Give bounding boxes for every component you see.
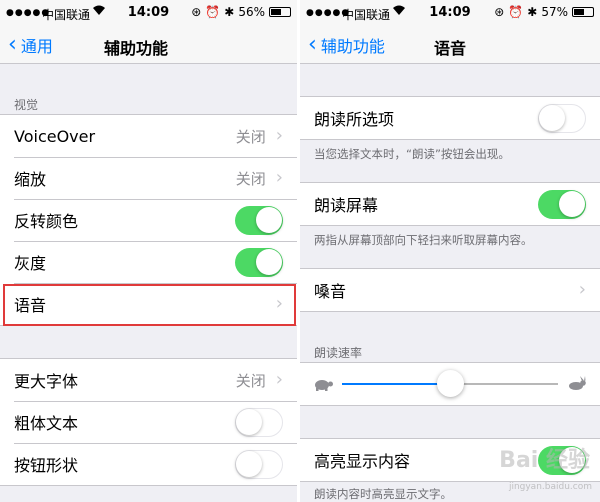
speak-screen-toggle[interactable] — [538, 189, 586, 219]
lock-rotation-icon: ⊛ — [191, 5, 202, 19]
row-label: 按钮形状 — [14, 456, 79, 475]
alarm-icon: ⏰ — [508, 5, 524, 19]
bluetooth-icon: ✱ — [527, 5, 538, 19]
page-title: 辅助功能 — [104, 39, 169, 58]
chevron-right-icon: › — [275, 125, 283, 146]
row-speak-screen: 朗读屏幕 — [300, 183, 600, 225]
status-bar: ●●●●● 中国联通 14:09 ⊛ ⏰ ✱ 56% — [0, 0, 297, 26]
highlight-content-toggle[interactable] — [538, 445, 586, 475]
row-bold-text: 粗体文本 — [0, 401, 297, 443]
row-grayscale: 灰度 — [0, 241, 297, 283]
speaking-rate-slider[interactable] — [342, 370, 558, 397]
section-header-vision: 视觉 — [14, 98, 39, 112]
battery-icon — [269, 7, 291, 17]
alarm-icon: ⏰ — [205, 5, 221, 19]
speak-screen-group: 朗读屏幕 — [300, 182, 600, 226]
bluetooth-icon: ✱ — [224, 5, 235, 19]
voices-group: 嗓音 › — [300, 268, 600, 312]
speech-screen: ●●●●● 中国联通 14:09 ⊛ ⏰ ✱ 57% ‹ 辅助功能 语音 朗读所… — [300, 0, 600, 502]
row-value: 关闭 — [235, 371, 266, 390]
row-label: 语音 — [14, 296, 47, 315]
lock-rotation-icon: ⊛ — [494, 5, 505, 19]
chevron-right-icon: › — [275, 293, 283, 314]
row-zoom[interactable]: 缩放 关闭 › — [0, 157, 297, 199]
row-label: 更大字体 — [14, 372, 79, 391]
row-highlight-content[interactable]: 高亮显示内容 — [300, 439, 600, 481]
row-voices[interactable]: 嗓音 › — [300, 269, 600, 311]
row-label: 朗读屏幕 — [314, 196, 379, 215]
chevron-right-icon: › — [578, 279, 586, 300]
grayscale-toggle[interactable] — [235, 247, 283, 277]
speak-selection-note: 当您选择文本时，“朗读”按钮会出现。 — [314, 147, 510, 161]
button-shapes-toggle[interactable] — [235, 449, 283, 479]
row-value: 关闭 — [235, 169, 266, 188]
chevron-left-icon: ‹ — [308, 32, 317, 57]
battery-icon — [572, 7, 594, 17]
row-label: 灰度 — [14, 254, 47, 273]
row-voiceover[interactable]: VoiceOver 关闭 › — [0, 115, 297, 157]
page-title: 语音 — [434, 39, 467, 58]
battery-percent: 56% — [238, 5, 265, 19]
row-label: 缩放 — [14, 170, 47, 189]
highlight-content-group: 高亮显示内容 — [300, 438, 600, 482]
row-larger-text[interactable]: 更大字体 关闭 › — [0, 359, 297, 401]
row-label: VoiceOver — [14, 126, 96, 146]
rate-group — [300, 362, 600, 406]
vision-group: VoiceOver 关闭 › 缩放 关闭 › 反转颜色 灰度 语音 › — [0, 114, 297, 326]
speaking-rate-slider-row — [300, 363, 600, 405]
speak-selection-toggle[interactable] — [538, 103, 586, 133]
nav-bar: ‹ 通用 辅助功能 — [0, 26, 297, 64]
row-speech[interactable]: 语音 › — [0, 283, 297, 325]
row-label: 反转颜色 — [14, 212, 79, 231]
battery-percent: 57% — [541, 5, 568, 19]
back-label: 辅助功能 — [320, 37, 385, 56]
invert-colors-toggle[interactable] — [235, 205, 283, 235]
hare-icon — [569, 376, 586, 390]
text-group: 更大字体 关闭 › 粗体文本 按钮形状 — [0, 358, 297, 486]
row-invert-colors: 反转颜色 — [0, 199, 297, 241]
speak-selection-group: 朗读所选项 — [300, 96, 600, 140]
back-button[interactable]: ‹ 辅助功能 — [308, 33, 385, 57]
row-label: 粗体文本 — [14, 414, 79, 433]
row-label: 嗓音 — [314, 282, 347, 301]
accessibility-screen: ●●●●● 中国联通 14:09 ⊛ ⏰ ✱ 56% ‹ 通用 辅助功能 视觉 … — [0, 0, 297, 502]
section-header-rate: 朗读速率 — [314, 346, 363, 360]
highlight-content-note: 朗读内容时高亮显示文字。 — [314, 487, 452, 501]
nav-bar: ‹ 辅助功能 语音 — [300, 26, 600, 64]
bold-text-toggle[interactable] — [235, 407, 283, 437]
row-label: 朗读所选项 — [314, 110, 395, 129]
row-label: 高亮显示内容 — [314, 452, 411, 471]
chevron-right-icon: › — [275, 167, 283, 188]
chevron-right-icon: › — [275, 369, 283, 390]
row-button-shapes: 按钮形状 — [0, 443, 297, 485]
chevron-left-icon: ‹ — [8, 32, 17, 57]
status-bar: ●●●●● 中国联通 14:09 ⊛ ⏰ ✱ 57% — [300, 0, 600, 26]
row-speak-selection: 朗读所选项 — [300, 97, 600, 139]
row-value: 关闭 — [235, 127, 266, 146]
back-label: 通用 — [20, 37, 53, 56]
back-button[interactable]: ‹ 通用 — [8, 33, 53, 57]
turtle-icon — [315, 380, 333, 391]
speak-screen-note: 两指从屏幕顶部向下轻扫来听取屏幕内容。 — [314, 233, 533, 247]
baidu-watermark-url: jingyan.baidu.com — [508, 482, 592, 492]
slider-thumb[interactable] — [437, 370, 464, 397]
